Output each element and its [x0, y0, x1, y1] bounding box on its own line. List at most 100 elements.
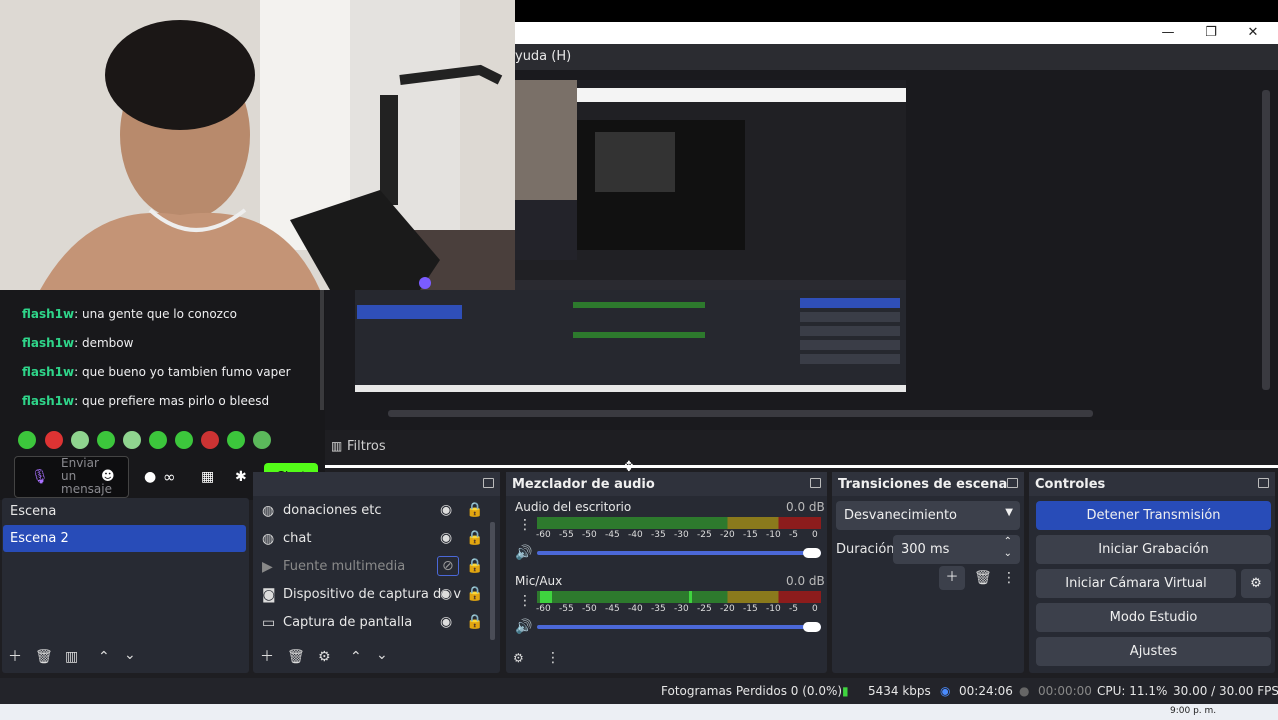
emote-icon[interactable]	[253, 431, 271, 449]
menu-help[interactable]: yuda (H)	[515, 49, 571, 64]
chat-input[interactable]: 🎙 Enviar un mensaje ☻	[14, 456, 129, 498]
chevron-down-icon[interactable]: ⌄	[376, 648, 388, 662]
microphone-icon[interactable]: 🎙	[31, 470, 49, 484]
start-recording-button[interactable]: Iniciar Grabación	[1036, 535, 1271, 564]
start-virtual-camera-button[interactable]: Iniciar Cámara Virtual	[1036, 569, 1236, 598]
add-transition-button[interactable]: ＋	[939, 566, 965, 590]
volume-slider[interactable]	[537, 551, 821, 555]
meter-tick-label: -45	[605, 530, 620, 540]
gear-icon[interactable]: ✱	[235, 470, 247, 484]
stream-time: 00:24:06	[959, 684, 1013, 698]
play-icon: ▶	[262, 559, 273, 575]
chevron-down-icon[interactable]: ⌄	[1004, 548, 1012, 559]
trash-icon[interactable]: 🗑	[35, 650, 53, 664]
speaker-icon[interactable]: 🔊	[515, 620, 532, 634]
emote-icon[interactable]	[175, 431, 193, 449]
dropped-frames: Fotogramas Perdidos 0 (0.0%)	[661, 684, 843, 698]
emote-icon[interactable]	[71, 431, 89, 449]
eye-icon[interactable]: ◉	[440, 531, 452, 545]
meter-tick-label: -50	[582, 530, 597, 540]
emote-icon[interactable]	[123, 431, 141, 449]
meter-tick-label: -30	[674, 604, 689, 614]
chevron-up-icon[interactable]: ⌃	[350, 650, 362, 664]
gear-icon[interactable]: ⚙	[318, 650, 331, 664]
transition-select[interactable]: Desvanecimiento ▼	[836, 501, 1020, 530]
chat-message: flash1w: que prefiere mas pirlo o bleesd	[22, 394, 270, 408]
trash-icon[interactable]: 🗑	[287, 650, 305, 664]
restore-button[interactable]: ❐	[1191, 24, 1231, 42]
scene-item-selected[interactable]: Escena 2	[3, 525, 246, 552]
speaker-icon[interactable]: 🔊	[515, 546, 532, 560]
popout-icon[interactable]	[810, 478, 821, 488]
mixer-track-name: Audio del escritorio	[515, 500, 632, 514]
emote-icon[interactable]	[227, 431, 245, 449]
meter-tick-label: -20	[720, 604, 735, 614]
meter-tick-label: -45	[605, 604, 620, 614]
add-icon: ＋	[945, 570, 959, 585]
preview-vscroll[interactable]	[1262, 90, 1270, 390]
transitions-title: Transiciones de escena	[838, 477, 1008, 492]
kebab-menu-icon[interactable]: ⋮	[546, 651, 560, 665]
meter-tick-label: -60	[536, 604, 551, 614]
kebab-menu-icon[interactable]: ⋮	[518, 518, 532, 532]
sources-scrollbar[interactable]	[490, 522, 495, 640]
lock-icon[interactable]: 🔒	[466, 587, 483, 601]
meter-tick-label: -60	[536, 530, 551, 540]
lock-icon[interactable]: 🔒	[466, 503, 483, 517]
emoji-icon[interactable]: ☻	[101, 470, 115, 484]
filters-button[interactable]: ▥ Filtros	[326, 434, 388, 458]
channel-points-icon[interactable]: ●	[144, 470, 156, 484]
stream-icon: ◉	[940, 684, 951, 698]
popout-icon[interactable]	[1007, 478, 1018, 488]
add-icon[interactable]: ＋	[8, 650, 22, 664]
minimize-button[interactable]: —	[1148, 24, 1188, 42]
emote-icon[interactable]	[97, 431, 115, 449]
preview-hscroll[interactable]	[388, 410, 1093, 417]
meter-tick-label: -55	[559, 604, 574, 614]
lock-icon[interactable]: 🔒	[466, 615, 483, 629]
kebab-menu-icon[interactable]: ⋮	[1002, 571, 1016, 585]
volume-slider[interactable]	[537, 625, 821, 629]
duration-spinbox[interactable]: 300 ms ⌃ ⌄	[893, 535, 1020, 564]
volume-slider-knob[interactable]	[803, 622, 821, 632]
studio-mode-button[interactable]: Modo Estudio	[1036, 603, 1271, 632]
source-item[interactable]: Fuente multimedia	[283, 559, 405, 574]
chat-scrollbar[interactable]	[320, 290, 324, 410]
close-button[interactable]: ✕	[1233, 24, 1273, 42]
eye-icon[interactable]: ◉	[440, 587, 452, 601]
source-item[interactable]: chat	[283, 531, 311, 546]
source-item[interactable]: donaciones etc	[283, 503, 382, 518]
volume-meter-peak	[689, 591, 692, 603]
eye-icon[interactable]: ◉	[440, 615, 452, 629]
virtual-camera-settings-button[interactable]: ⚙	[1241, 569, 1271, 598]
globe-icon: ◍	[262, 531, 275, 547]
gear-icon[interactable]: ⚙	[513, 651, 524, 665]
kebab-menu-icon[interactable]: ⋮	[518, 594, 532, 608]
emote-icon[interactable]	[149, 431, 167, 449]
popout-icon[interactable]	[1258, 478, 1269, 488]
emote-icon[interactable]	[18, 431, 36, 449]
eye-icon[interactable]: ◉	[440, 503, 452, 517]
scene-item[interactable]: Escena	[10, 504, 56, 519]
add-icon[interactable]: ＋	[260, 650, 274, 664]
meter-tick-label: -40	[628, 530, 643, 540]
stop-streaming-button[interactable]: Detener Transmisión	[1036, 501, 1271, 530]
popout-icon[interactable]	[483, 478, 494, 488]
store-icon[interactable]: ▦	[201, 470, 214, 484]
emote-icon[interactable]	[45, 431, 63, 449]
chat-message: flash1w: una gente que lo conozco	[22, 307, 237, 321]
chevron-up-icon[interactable]: ⌃	[1004, 536, 1012, 547]
volume-slider-knob[interactable]	[803, 548, 821, 558]
trash-icon[interactable]: 🗑	[974, 571, 992, 585]
settings-button[interactable]: Ajustes	[1036, 637, 1271, 666]
lock-icon[interactable]: 🔒	[466, 559, 483, 573]
chevron-down-icon[interactable]: ⌄	[124, 648, 136, 662]
filter-icon[interactable]: ▥	[65, 650, 78, 664]
lock-icon[interactable]: 🔒	[466, 531, 483, 545]
chevron-up-icon[interactable]: ⌃	[98, 650, 110, 664]
meter-tick-label: -15	[743, 530, 758, 540]
source-item[interactable]: Dispositivo de captura de v	[283, 587, 461, 602]
record-icon: ●	[1019, 684, 1030, 698]
emote-icon[interactable]	[201, 431, 219, 449]
source-item[interactable]: Captura de pantalla	[283, 615, 412, 630]
